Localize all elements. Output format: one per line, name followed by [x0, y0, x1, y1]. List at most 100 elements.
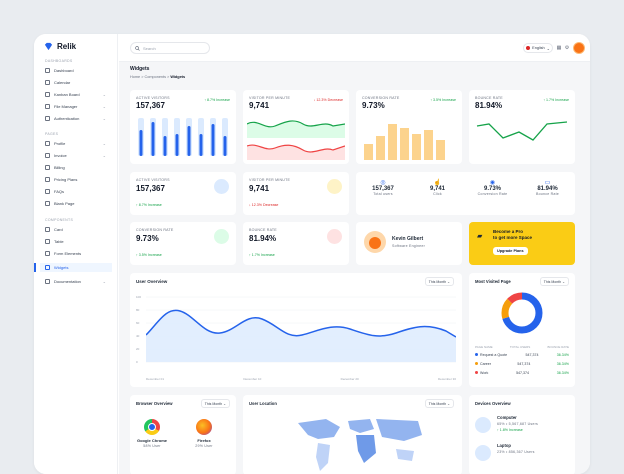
active-visitors-card: ACTIVE VISITORS 157,367 ↑ 8.7% Increase: [130, 90, 236, 164]
sidebar-item-documentation[interactable]: Documentation ⌄: [40, 277, 112, 286]
sidebar-item-profile[interactable]: Profile ⌄: [40, 139, 112, 148]
device-info: 23% • 856,367 Users: [497, 450, 535, 454]
browser-title: Browser Overview: [136, 401, 173, 406]
breadcrumb-home[interactable]: Home: [130, 75, 140, 79]
document-icon: [45, 279, 50, 284]
sidebar-item-billing[interactable]: Billing: [40, 163, 112, 172]
sidebar: Relik DASHBOARDS Dashboard Calendar Kanb…: [34, 34, 118, 474]
device-name: Computer: [497, 415, 517, 420]
sidebar-item-authentication[interactable]: Authentication ⌄: [40, 114, 112, 123]
language-select[interactable]: English ⌄: [523, 43, 553, 53]
profile-avatar[interactable]: [364, 231, 386, 253]
profile-role: Software Engineer: [392, 244, 425, 248]
search-input[interactable]: Search: [130, 42, 210, 54]
sidebar-item-form-elements[interactable]: Form Elements: [40, 249, 112, 258]
card-component-icon: [45, 227, 50, 232]
profile-card: Kevin Gilbert Software Engineer: [356, 222, 462, 265]
lock-icon: [45, 116, 50, 121]
card-label: BOUNCE RATE: [475, 96, 503, 100]
card-value: 157,367: [136, 101, 165, 110]
x-axis: December 01 December 10 December 20 Decembe…: [146, 377, 456, 381]
card-value: 9,741: [249, 184, 270, 193]
card-value: 157,367: [136, 184, 165, 193]
folder-icon: ▰: [477, 233, 483, 240]
conversion-bar-chart: [364, 124, 445, 160]
devices-title: Devices Overview: [475, 401, 511, 406]
sidebar-item-card[interactable]: Card: [40, 225, 112, 234]
sidebar-item-invoice[interactable]: Invoice ⌄: [40, 151, 112, 160]
chevron-down-icon: ⌄: [546, 46, 550, 51]
monitor-icon: ▭: [544, 180, 551, 186]
browser-name: Firefox: [197, 438, 211, 443]
user-icon: [45, 141, 50, 146]
chevron-down-icon: ⌄: [102, 153, 106, 158]
home-icon: [45, 68, 50, 73]
most-visited-title: Most Visited Page: [475, 279, 511, 284]
card-label: CONVERSION RATE: [136, 228, 174, 232]
bounce-rate-card: BOUNCE RATE 81.94% ↑ 1.7% Increase: [469, 90, 575, 164]
user-avatar[interactable]: [573, 42, 585, 54]
promo-card: ▰ Become a Pro to get more Space Upgrade…: [469, 222, 575, 265]
breadcrumb-components[interactable]: Components: [144, 75, 166, 79]
user-overview-title: User Overview: [136, 279, 168, 284]
chevron-down-icon: ⌄: [102, 92, 106, 97]
table-header: PAGE NAME TOTAL USERS BOUNCE RATE: [475, 345, 569, 349]
sidebar-item-calendar[interactable]: Calendar: [40, 78, 112, 87]
most-visited-card: Most Visited Page This Month ⌄ PAGE NAME…: [469, 273, 575, 387]
card-change: ↓ 12.3% Decrease: [313, 98, 343, 102]
main-content: Search English ⌄ ▦ ⚙ Widgets Home > Compo…: [119, 34, 590, 474]
month-filter[interactable]: This Month ⌄: [200, 399, 230, 408]
visitors-bar-chart: [138, 118, 228, 156]
kanban-icon: [45, 92, 50, 97]
sidebar-item-widgets[interactable]: Widgets: [34, 263, 112, 272]
card-icon: [45, 165, 50, 170]
summary-click: ☝ 9,741 Click: [410, 179, 465, 196]
brand[interactable]: Relik: [44, 42, 76, 51]
card-value: 9.73%: [136, 234, 159, 243]
tag-icon: [45, 177, 50, 182]
table-row[interactable]: Request a Quote 547,374 36.34%: [475, 353, 569, 357]
table-row[interactable]: Career 547,374 36.34%: [475, 362, 569, 366]
page-title: Widgets: [130, 66, 150, 72]
sidebar-item-faqs[interactable]: FAQs: [40, 187, 112, 196]
section-dashboards: DASHBOARDS: [45, 59, 73, 63]
device-name: Laptop: [497, 443, 511, 448]
card-value: 81.94%: [249, 234, 277, 243]
sidebar-item-blank-page[interactable]: Blank Page: [40, 199, 112, 208]
sidebar-item-file-manager[interactable]: File Manager ⌄: [40, 102, 112, 111]
card-label: ACTIVE VISITORS: [136, 178, 170, 182]
pointer-icon: ☝: [433, 180, 442, 186]
table-row[interactable]: Work 547,374 36.34%: [475, 371, 569, 375]
table-icon: [45, 239, 50, 244]
invoice-icon: [45, 153, 50, 158]
upgrade-button[interactable]: Upgrade Plans: [493, 247, 528, 255]
devices-overview-card: Devices Overview Computer 65% • 5,567,68…: [469, 395, 575, 474]
browser-share: 58% User: [143, 444, 161, 448]
breadcrumb: Home > Components > Widgets: [130, 75, 186, 79]
brand-name: Relik: [57, 42, 77, 51]
chevron-down-icon: ⌄: [102, 279, 106, 284]
promo-line2: to get more Space: [493, 235, 533, 240]
grid-icon[interactable]: ▦: [556, 45, 562, 51]
card-change: ↑ 8.7% Increase: [204, 98, 230, 102]
chevron-down-icon: ⌄: [102, 104, 106, 109]
sidebar-item-table[interactable]: Table: [40, 237, 112, 246]
card-value: 9,741: [249, 101, 270, 110]
active-visitors-mini-card: ACTIVE VISITORS 157,367 ↑ 8.7% Increase: [130, 172, 236, 215]
month-filter[interactable]: This Month ⌄: [424, 399, 454, 408]
sidebar-item-pricing[interactable]: Pricing Plans: [40, 175, 112, 184]
chrome-icon: [144, 419, 160, 435]
folder-icon: [45, 104, 50, 109]
settings-icon[interactable]: ⚙: [564, 45, 570, 51]
user-location-card: User Location This Month ⌄: [243, 395, 462, 474]
month-filter[interactable]: This Month ⌄: [424, 277, 454, 286]
sidebar-item-kanban[interactable]: Kanban Board ⌄: [40, 90, 112, 99]
location-title: User Location: [249, 401, 277, 406]
question-icon: [45, 189, 50, 194]
sidebar-item-dashboard[interactable]: Dashboard: [40, 66, 112, 75]
month-filter[interactable]: This Month ⌄: [539, 277, 569, 286]
section-components: COMPONENTS: [45, 218, 74, 222]
card-value: 81.94%: [475, 101, 503, 110]
promo-line1: Become a Pro: [493, 229, 524, 234]
world-map: [298, 419, 422, 471]
